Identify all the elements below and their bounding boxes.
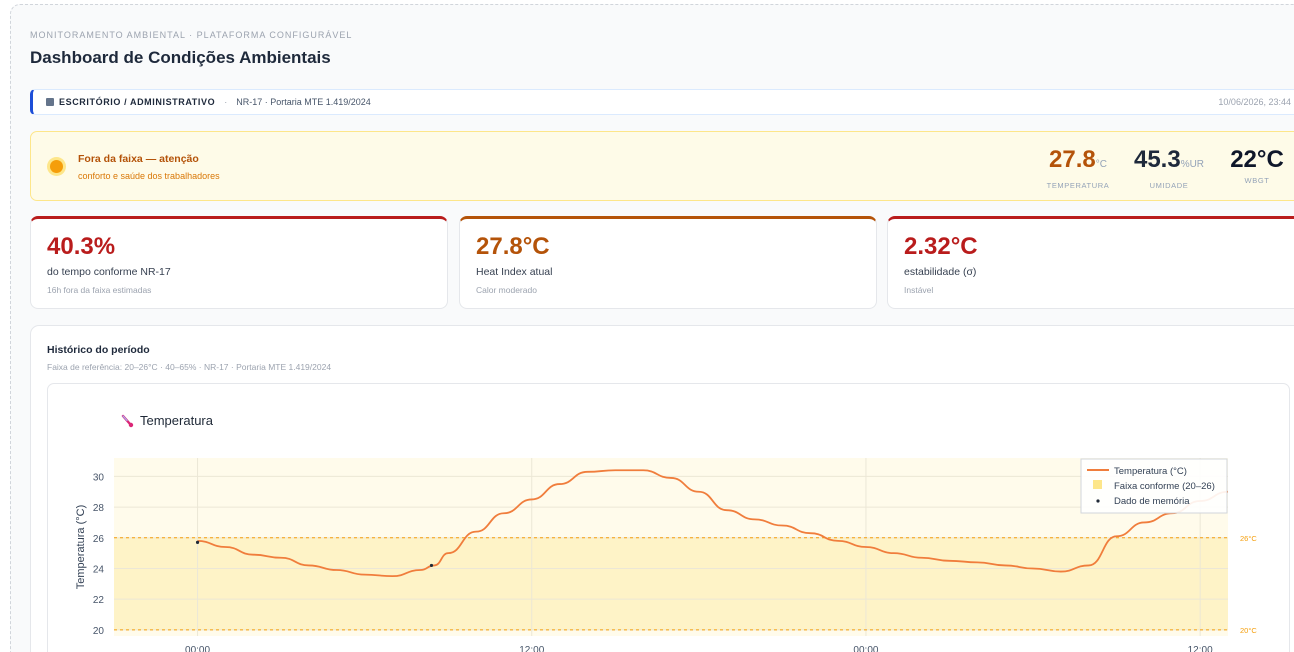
- status-dot-icon: [50, 160, 63, 173]
- alert-title: Fora da faixa — atenção: [78, 153, 199, 165]
- legend-band-swatch: [1093, 480, 1102, 489]
- temperature-chart-card: 20 22 24 26 28 30 00:00 12:00 00:00 12:00 26°C 20°C…: [47, 383, 1290, 652]
- y-tick-label: 24: [93, 564, 105, 575]
- y-tick-label: 22: [93, 595, 105, 606]
- metric-temperature-value: 27.8: [1049, 146, 1096, 173]
- metric-wbgt: 22°C WBGT: [1225, 146, 1289, 185]
- legend-item-band: Faixa conforme (20–26): [1114, 481, 1215, 492]
- norm-label: NR-17 · Portaria MTE 1.419/2024: [236, 97, 371, 107]
- x-tick-label: 00:00: [185, 645, 210, 652]
- history-subtitle: Faixa de referência: 20–26°C · 40–65% · …: [47, 362, 332, 372]
- y-tick-label: 30: [93, 472, 105, 483]
- environment-label: ESCRITÓRIO / ADMINISTRATIVO: [59, 97, 216, 107]
- history-title: Histórico do período: [47, 344, 150, 356]
- timestamp: 10/06/2026, 23:44: [1218, 97, 1291, 107]
- thermometer-icon: [121, 414, 134, 427]
- kpi-stability-desc: estabilidade (σ): [904, 266, 977, 278]
- legend-item-memory: Dado de memória: [1114, 496, 1190, 507]
- kpi-compliance-desc: do tempo conforme NR-17: [47, 266, 171, 278]
- metric-humidity-value: 45.3: [1133, 146, 1181, 173]
- reference-line-label: 26°C: [1240, 534, 1257, 543]
- kpi-heat-index-desc: Heat Index atual: [476, 266, 553, 278]
- alert-subtitle: conforto e saúde dos trabalhadores: [78, 171, 220, 181]
- kpi-card-heat-index: 27.8°C Heat Index atual Calor moderado: [459, 216, 877, 309]
- kpi-stability-value: 2.32°C: [904, 233, 978, 260]
- y-axis-label: Temperatura (°C): [75, 505, 87, 589]
- building-icon: [46, 98, 54, 106]
- status-alert: Fora da faixa — atenção conforto e saúde…: [30, 131, 1294, 201]
- separator-dot: ·: [224, 97, 228, 107]
- memory-data-point: [195, 540, 200, 544]
- compliance-band: [114, 537, 1228, 630]
- metric-temperature: 27.8°C TEMPERATURA: [1043, 146, 1113, 190]
- y-tick-label: 26: [93, 534, 105, 545]
- kpi-compliance-note: 16h fora da faixa estimadas: [47, 285, 152, 295]
- y-tick-label: 28: [93, 503, 105, 514]
- metric-temperature-unit: °C: [1095, 159, 1107, 170]
- metric-wbgt-value: 22°C: [1230, 146, 1284, 173]
- kpi-card-stability: 2.32°C estabilidade (σ) Instável: [887, 216, 1294, 309]
- x-tick-label: 12:00: [1188, 645, 1213, 652]
- page-title: Dashboard de Condições Ambientais: [30, 48, 331, 67]
- temperature-chart[interactable]: 20 22 24 26 28 30 00:00 12:00 00:00 12:00 26°C 20°C…: [48, 384, 1291, 652]
- kpi-compliance-value: 40.3%: [47, 233, 116, 260]
- kpi-stability-note: Instável: [904, 285, 934, 295]
- kpi-heat-index-note: Calor moderado: [476, 285, 537, 295]
- legend-item-temperature: Temperatura (°C): [1114, 466, 1187, 477]
- context-bar: ESCRITÓRIO / ADMINISTRATIVO · NR-17 · Po…: [30, 89, 1294, 115]
- eyebrow-label: MONITORAMENTO AMBIENTAL · PLATAFORMA CON…: [30, 30, 353, 40]
- metric-humidity: 45.3%UR UMIDADE: [1129, 146, 1209, 190]
- metric-wbgt-label: WBGT: [1244, 176, 1270, 185]
- metric-temperature-label: TEMPERATURA: [1046, 181, 1110, 190]
- legend-point-swatch: [1096, 499, 1100, 503]
- x-tick-label: 12:00: [519, 645, 544, 652]
- y-tick-label: 20: [93, 626, 105, 637]
- reference-line-label: 20°C: [1240, 626, 1257, 635]
- history-card: Histórico do período Faixa de referência…: [30, 325, 1294, 652]
- chart-title: Temperatura: [140, 413, 213, 428]
- chart-header: Temperatura: [120, 413, 213, 428]
- memory-data-point: [429, 563, 434, 568]
- metric-humidity-unit: %UR: [1180, 159, 1205, 170]
- metric-humidity-label: UMIDADE: [1149, 181, 1189, 190]
- kpi-card-compliance: 40.3% do tempo conforme NR-17 16h fora d…: [30, 216, 448, 309]
- kpi-heat-index-value: 27.8°C: [476, 233, 550, 260]
- x-tick-label: 00:00: [853, 645, 878, 652]
